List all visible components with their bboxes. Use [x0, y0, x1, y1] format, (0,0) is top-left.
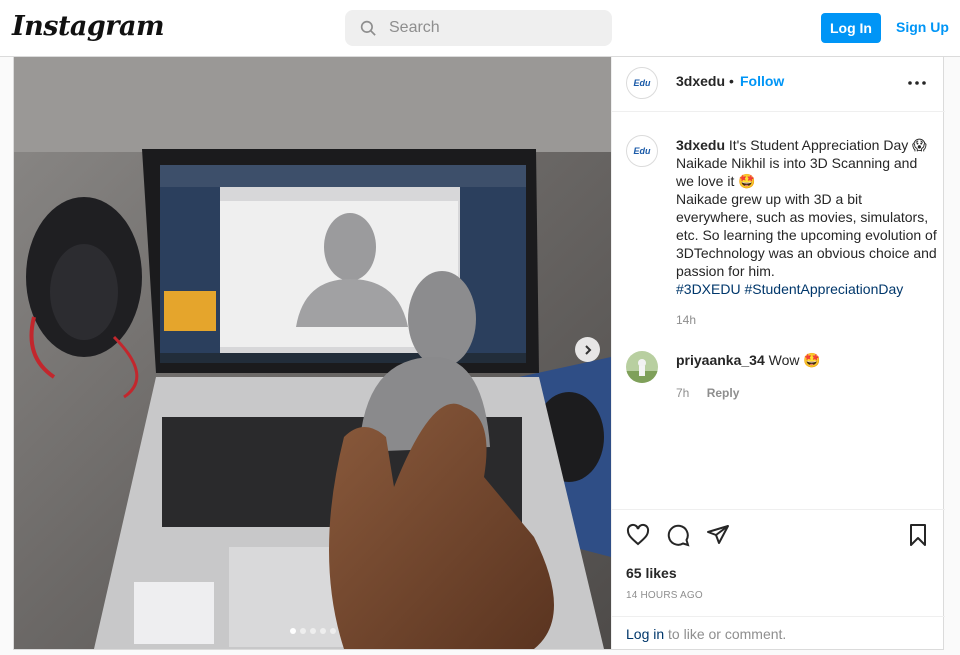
avatar-text: Edu — [633, 78, 651, 88]
carousel-dot — [320, 628, 326, 634]
hashtag[interactable]: #3DXEDU — [676, 281, 741, 297]
chevron-right-icon — [584, 344, 591, 355]
post-header: Edu 3dxedu • Follow — [612, 57, 945, 112]
post-sidebar: Edu 3dxedu • Follow Edu 3dxedu It's Stud… — [611, 57, 945, 649]
comment-meta: 7h Reply — [676, 386, 739, 400]
signup-link[interactable]: Sign Up — [896, 19, 949, 35]
reply-button[interactable]: Reply — [707, 386, 740, 400]
carousel-dot — [330, 628, 336, 634]
caption-avatar[interactable]: Edu — [626, 135, 658, 167]
post-card: Edu 3dxedu • Follow Edu 3dxedu It's Stud… — [13, 57, 945, 650]
instagram-logo[interactable]: Instagram — [12, 11, 165, 42]
caption-line-3: Naikade grew up with 3D a bit everywhere… — [676, 191, 937, 279]
post-photo — [14, 57, 611, 649]
post-caption: 3dxedu It's Student Appreciation Day 😱 N… — [676, 136, 938, 298]
search-box[interactable] — [345, 10, 612, 46]
commenter-avatar[interactable] — [626, 351, 658, 383]
carousel-dot — [290, 628, 296, 634]
share-icon[interactable] — [706, 523, 730, 547]
top-navigation-bar: Instagram Log In Sign Up — [0, 0, 960, 57]
comment-text: Wow 🤩 — [768, 352, 821, 368]
carousel-next-button[interactable] — [575, 337, 600, 362]
caption-username[interactable]: 3dxedu — [676, 137, 725, 153]
comment-timestamp: 7h — [676, 386, 690, 400]
login-link[interactable]: Log in — [626, 626, 664, 642]
commenter-avatar-image — [626, 351, 658, 383]
post-username[interactable]: 3dxedu — [676, 73, 725, 89]
login-button[interactable]: Log In — [821, 13, 881, 43]
caption-line-2: Naikade Nikhil is into 3D Scanning and w… — [676, 155, 918, 189]
search-icon — [360, 20, 376, 36]
more-icon[interactable] — [905, 71, 929, 95]
post-media[interactable] — [14, 57, 611, 649]
follow-button[interactable]: Follow — [740, 73, 784, 89]
comment-icon[interactable] — [666, 523, 690, 547]
heart-icon[interactable] — [626, 523, 650, 547]
carousel-dot — [300, 628, 306, 634]
avatar-text: Edu — [633, 146, 651, 156]
bookmark-icon[interactable] — [906, 523, 930, 547]
post-timestamp: 14 HOURS AGO — [626, 590, 703, 601]
comment-username[interactable]: priyaanka_34 — [676, 352, 765, 368]
login-prompt-text: to like or comment. — [664, 626, 787, 642]
carousel-dot — [310, 628, 316, 634]
separator-dot: • — [729, 73, 734, 89]
like-count[interactable]: 65 likes — [626, 565, 677, 581]
hashtag[interactable]: #StudentAppreciationDay — [744, 281, 903, 297]
caption-timestamp: 14h — [676, 313, 697, 327]
avatar[interactable]: Edu — [626, 67, 658, 99]
caption-line-1: It's Student Appreciation Day 😱 — [728, 137, 927, 153]
login-prompt: Log in to like or comment. — [612, 616, 945, 649]
action-bar — [612, 509, 945, 557]
carousel-indicator — [290, 628, 336, 634]
comment: priyaanka_34 Wow 🤩 — [676, 352, 821, 369]
search-input[interactable] — [389, 19, 589, 37]
